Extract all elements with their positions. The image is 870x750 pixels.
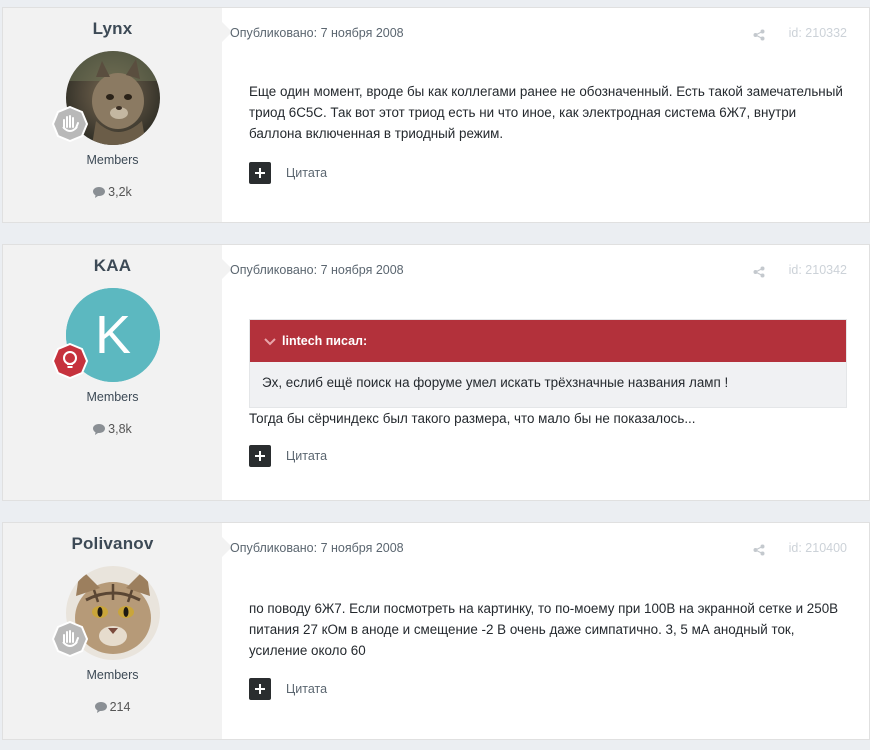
post: Lynx Members 3,2k Опубликовано: 7 ноября… [2, 7, 870, 223]
post-id[interactable]: id: 210332 [789, 26, 847, 40]
share-icon[interactable] [753, 265, 765, 283]
post-date[interactable]: Опубликовано: 7 ноября 2008 [230, 541, 404, 555]
quote-block: lintech писал: Эх, еслиб ещё поиск на фо… [249, 319, 847, 408]
share-icon[interactable] [753, 543, 765, 561]
post-body: Еще один момент, вроде бы как коллегами … [249, 84, 843, 141]
comment-icon [93, 424, 106, 435]
author-name[interactable]: KAA [3, 256, 222, 276]
member-group: Members [86, 153, 139, 167]
quote-button[interactable]: Цитата [286, 449, 327, 463]
post-date[interactable]: Опубликовано: 7 ноября 2008 [230, 263, 404, 277]
post-count-value: 3,8k [108, 422, 132, 436]
post-count[interactable]: 3,2k [93, 185, 132, 199]
quote-text: Эх, еслиб ещё поиск на форуме умел искат… [262, 375, 729, 390]
quote-header[interactable]: lintech писал: [250, 320, 846, 362]
author-panel: Polivanov Members 214 [3, 523, 222, 739]
comment-icon [94, 702, 107, 713]
post-id[interactable]: id: 210342 [789, 263, 847, 277]
multiquote-plus-button[interactable] [249, 445, 271, 467]
author-panel: Lynx Members 3,2k [3, 8, 222, 222]
post-body: Тогда бы сёрчиндекс был такого размера, … [249, 411, 696, 426]
hand-badge-icon [51, 105, 88, 143]
hand-badge-icon [51, 620, 88, 658]
multiquote-plus-button[interactable] [249, 162, 271, 184]
post-count[interactable]: 3,8k [93, 422, 132, 436]
share-icon[interactable] [753, 28, 765, 46]
lightbulb-badge-icon [51, 342, 88, 380]
author-name[interactable]: Lynx [3, 19, 222, 39]
quote-author: lintech писал: [282, 334, 368, 348]
quote-button[interactable]: Цитата [286, 166, 327, 180]
author-name[interactable]: Polivanov [3, 534, 222, 554]
post-id[interactable]: id: 210400 [789, 541, 847, 555]
member-group: Members [86, 390, 139, 404]
post-count-value: 214 [109, 700, 131, 714]
post-count[interactable]: 214 [94, 700, 131, 714]
quote-button[interactable]: Цитата [286, 682, 327, 696]
post: Polivanov Members 214 Опубликовано: 7 но… [2, 522, 870, 740]
comment-icon [93, 187, 106, 198]
author-panel: KAA K Members 3,8k [3, 245, 222, 500]
avatar-letter: K [94, 305, 130, 365]
post-date[interactable]: Опубликовано: 7 ноября 2008 [230, 26, 404, 40]
post-body: по поводу 6Ж7. Если посмотреть на картин… [249, 601, 839, 658]
multiquote-plus-button[interactable] [249, 678, 271, 700]
post: KAA K Members 3,8k Опубликовано: 7 ноябр… [2, 244, 870, 501]
member-group: Members [86, 668, 139, 682]
post-count-value: 3,2k [108, 185, 132, 199]
chevron-down-icon [264, 321, 276, 363]
